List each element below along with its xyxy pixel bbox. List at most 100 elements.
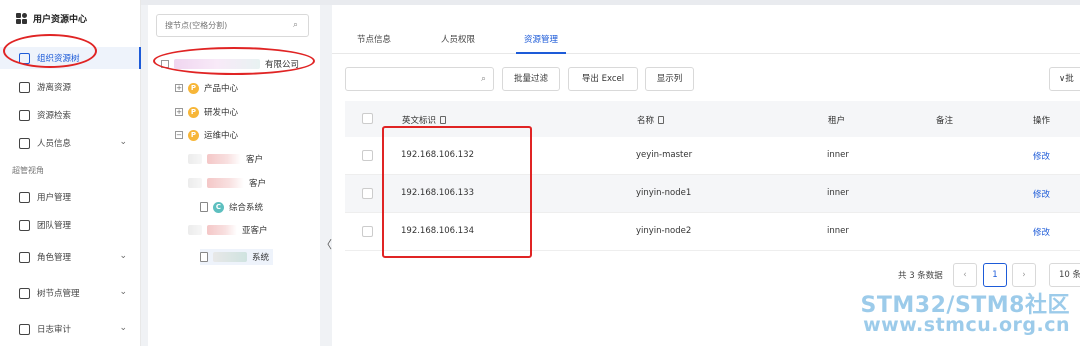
sidebar-item-label: 用户管理 [37, 193, 72, 203]
sidebar-item-label: 游离资源 [37, 83, 72, 93]
tab-node-info[interactable]: 节点信息 [357, 33, 391, 54]
page-size-select[interactable]: 10 条 [1049, 263, 1080, 287]
sliders-icon [19, 287, 30, 299]
column-header-note: 备注 [936, 116, 954, 126]
export-excel-button[interactable]: 导出 Excel [568, 67, 638, 91]
tree-node-label: 亚客户 [242, 226, 268, 236]
tab-resource-management[interactable]: 资源管理 [516, 33, 567, 54]
tree-node-label: 研发中心 [204, 108, 239, 118]
tree-node-rd[interactable]: + P 研发中心 [175, 106, 238, 118]
cube-icon [19, 81, 30, 93]
tree-node-customer-3[interactable]: 亚客户 [188, 224, 268, 236]
prev-page-button[interactable]: ‹ [953, 263, 977, 287]
row-checkbox[interactable] [362, 150, 373, 161]
chevron-down-icon: ⌄ [119, 323, 127, 333]
sidebar-item-personnel[interactable]: 人员信息 ⌄ [0, 132, 141, 154]
cell-tenant: inner [827, 150, 849, 160]
tree-node-ops[interactable]: − P 运维中心 [175, 129, 238, 141]
log-icon [19, 323, 30, 335]
next-page-button[interactable]: › [1012, 263, 1036, 287]
resource-search-input[interactable]: ⌕ [345, 67, 494, 91]
redacted-name [213, 252, 247, 262]
row-checkbox[interactable] [362, 188, 373, 199]
header-label: 英文标识 [402, 116, 437, 126]
search-icon[interactable]: ⌕ [481, 74, 486, 84]
redacted-icon [188, 154, 202, 164]
expand-toggle[interactable]: + [175, 84, 183, 92]
copy-icon[interactable] [658, 116, 665, 124]
tree-node-label: 运维中心 [204, 131, 239, 141]
brand-title: 用户资源中心 [33, 15, 88, 25]
tree-node-label: 产品中心 [204, 84, 239, 94]
expand-toggle[interactable]: + [175, 108, 183, 116]
user-gear-icon [19, 191, 30, 203]
cell-tenant: inner [827, 226, 849, 236]
cube-search-icon [19, 109, 30, 121]
sidebar-item-role-mgmt[interactable]: 角色管理 ⌄ [0, 246, 141, 268]
annotation-rect-ips [382, 126, 532, 258]
tree-node-label: 客户 [249, 179, 267, 189]
page-1-button[interactable]: 1 [983, 263, 1007, 287]
sidebar-item-label: 日志审计 [37, 325, 72, 335]
pager-total: 共 3 条数据 [898, 271, 943, 281]
sidebar-item-free-resources[interactable]: 游离资源 [0, 76, 141, 98]
edit-link[interactable]: 修改 [1033, 226, 1050, 238]
sidebar-item-label: 资源检索 [37, 111, 72, 121]
sidebar-item-team-mgmt[interactable]: 团队管理 [0, 214, 141, 236]
panel-collapse-icon[interactable]: 〈 [321, 236, 332, 252]
select-all-checkbox[interactable] [362, 113, 373, 124]
batch-filter-button[interactable]: 批量过滤 [502, 67, 560, 91]
file-icon [200, 202, 208, 212]
team-icon [19, 219, 30, 231]
tree-node-product[interactable]: + P 产品中心 [175, 82, 238, 94]
column-header-name[interactable]: 名称 [637, 114, 665, 126]
edit-link[interactable]: 修改 [1033, 150, 1050, 162]
badge-p-icon: P [188, 82, 199, 94]
sidebar-item-resource-search[interactable]: 资源检索 [0, 104, 141, 126]
redacted-name [207, 154, 241, 164]
chevron-down-icon: ⌄ [119, 137, 127, 147]
redacted-icon [188, 225, 202, 235]
cell-name: yinyin-node2 [636, 226, 692, 236]
annotation-ellipse-tree-root [153, 47, 315, 75]
badge-p-icon: P [188, 129, 199, 141]
sidebar-item-user-mgmt[interactable]: 用户管理 [0, 186, 141, 208]
column-header-action: 操作 [1033, 116, 1051, 126]
redacted-icon [188, 178, 202, 188]
badge-p-icon: P [188, 106, 199, 118]
copy-icon[interactable] [440, 116, 447, 124]
tab-bar: 节点信息 人员权限 资源管理 [332, 33, 1080, 54]
person-card-icon [19, 137, 30, 149]
tree-node-label: 客户 [246, 155, 264, 165]
column-header-id[interactable]: 英文标识 [402, 114, 447, 126]
cell-tenant: inner [827, 188, 849, 198]
tab-personnel-permissions[interactable]: 人员权限 [441, 33, 475, 54]
section-label: 超管视角 [12, 166, 44, 175]
header-label: 名称 [637, 116, 655, 126]
role-icon [19, 251, 30, 263]
tree-node-integrated-system[interactable]: C 综合系统 [200, 201, 263, 213]
collapse-toggle[interactable]: − [175, 131, 183, 139]
file-icon [200, 252, 208, 262]
cell-name: yinyin-node1 [636, 188, 692, 198]
sidebar-item-tree-node-mgmt[interactable]: 树节点管理 ⌄ [0, 282, 141, 304]
tree-node-customer-1[interactable]: 客户 [188, 153, 263, 165]
brand[interactable]: 用户资源中心 [16, 12, 87, 25]
batch-dropdown-button[interactable]: ∨批 [1049, 67, 1080, 91]
badge-c-icon: C [213, 201, 224, 213]
show-columns-button[interactable]: 显示列 [645, 67, 694, 91]
column-header-tenant: 租户 [828, 116, 846, 126]
annotation-ellipse-sidebar [3, 34, 97, 68]
tree-search-input[interactable] [156, 14, 309, 37]
grid-icon [16, 13, 27, 24]
sidebar-item-label: 人员信息 [37, 139, 72, 149]
tree-node-label: 综合系统 [229, 203, 264, 213]
redacted-name [207, 178, 244, 188]
sidebar-item-log-audit[interactable]: 日志审计 ⌄ [0, 318, 141, 340]
row-checkbox[interactable] [362, 226, 373, 237]
search-icon[interactable]: ⌕ [293, 20, 298, 30]
tree-node-system-selected[interactable]: 系统 [200, 249, 274, 265]
watermark-line-2: www.stmcu.org.cn [863, 314, 1070, 336]
edit-link[interactable]: 修改 [1033, 188, 1050, 200]
tree-node-customer-2[interactable]: 客户 [188, 177, 266, 189]
